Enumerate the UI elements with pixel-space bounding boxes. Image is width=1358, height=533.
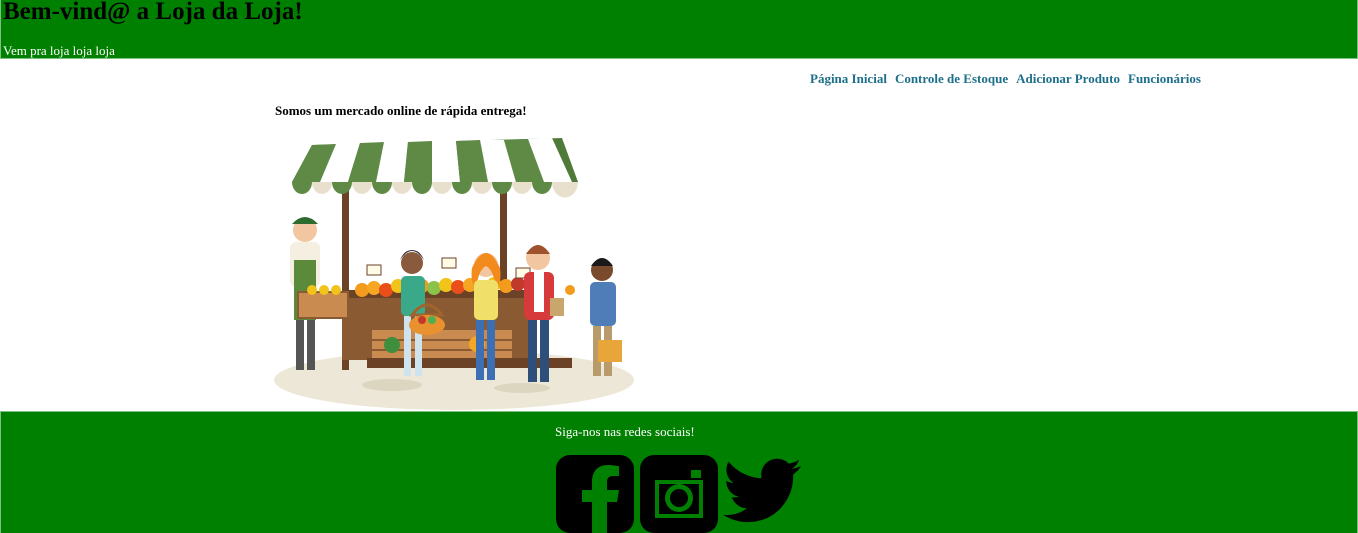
nav-link-home[interactable]: Página Inicial [810, 70, 887, 88]
site-header: Bem-vind@ a Loja da Loja! Vem pra loja l… [0, 0, 1358, 59]
market-stall-illustration [272, 130, 637, 410]
page: Bem-vind@ a Loja da Loja! Vem pra loja l… [0, 0, 1358, 533]
twitter-icon[interactable] [723, 454, 803, 533]
facebook-icon[interactable] [555, 454, 635, 533]
site-footer: Siga-nos nas redes sociais! [0, 411, 1358, 533]
follow-us-text: Siga-nos nas redes sociais! [555, 424, 695, 439]
instagram-icon[interactable] [639, 454, 719, 533]
nav-link-employees[interactable]: Funcionários [1128, 70, 1201, 88]
intro-text: Somos um mercado online de rápida entreg… [275, 103, 527, 118]
nav-link-stock-control[interactable]: Controle de Estoque [895, 70, 1008, 88]
page-title: Bem-vind@ a Loja da Loja! [3, 0, 303, 25]
nav-link-add-product[interactable]: Adicionar Produto [1016, 70, 1120, 88]
main-nav: Página Inicial Controle de Estoque Adici… [810, 70, 1209, 88]
header-tagline: Vem pra loja loja loja [3, 43, 115, 58]
